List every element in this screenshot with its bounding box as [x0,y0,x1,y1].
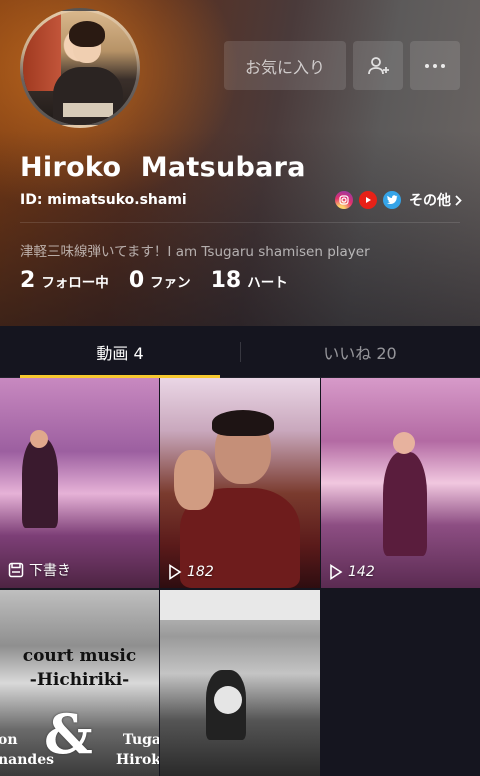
youtube-icon[interactable] [359,191,377,209]
draft-text: 下書き [29,563,71,579]
play-count-value: 182 [187,564,214,580]
empty-grid-cell [321,590,480,776]
stat-hearts[interactable]: 18 ハート [211,268,288,293]
twitter-icon[interactable] [383,191,401,209]
avatar-hair [69,21,105,47]
video-thumbnail[interactable]: 142 [321,378,480,588]
avatar-obi [63,103,113,117]
favorite-button[interactable]: お気に入り [224,41,346,90]
social-links: その他 [335,190,462,210]
stat-following[interactable]: 2 フォロー中 [20,268,109,293]
stat-label: フォロー中 [41,275,109,291]
tab-likes[interactable]: いいね 20 [240,326,480,377]
tab-divider [240,342,241,362]
stat-value: 2 [20,268,36,293]
caption-right: Tuga Hirok [116,730,159,770]
profile-header: お気に入り Hiroko Matsubara ID: mimatsuko.sha… [0,0,480,326]
stat-fans[interactable]: 0 ファン [129,268,191,293]
avatar-background [23,11,61,91]
more-icon [425,63,445,68]
play-icon [330,564,343,580]
add-user-icon [368,56,389,74]
profile-stats: 2 フォロー中 0 ファン 18 ハート [20,268,288,293]
profile-id: ID: mimatsuko.shami [20,192,187,208]
stat-label: ファン [150,275,191,291]
video-thumbnail[interactable]: 下書き [0,378,159,588]
other-link-label: その他 [409,193,451,209]
hand [174,450,214,510]
video-thumbnail[interactable] [160,590,320,776]
play-count-value: 142 [348,564,375,580]
performer-face [393,432,415,454]
video-thumbnail[interactable]: 182 [160,378,320,588]
divider [20,222,460,223]
title-line: -Hichiriki- [29,670,130,690]
avatar[interactable] [20,8,140,128]
avatar-kimono [53,67,123,125]
video-title-text: court music -Hichiriki- [0,644,159,692]
caption-line: Tuga [122,732,159,748]
stat-value: 0 [128,268,145,293]
other-links[interactable]: その他 [409,190,462,210]
performer-figure [383,452,427,556]
caption-line: nandes [0,752,55,768]
play-count: 182 [168,564,214,580]
profile-bio: 津軽三味線弾いてます！I am Tsugaru shamisen player [20,244,370,260]
draft-icon [8,562,24,578]
stat-label: ハート [247,275,288,291]
play-icon [169,564,182,580]
drum [214,686,242,714]
caption-left: on nandes [0,730,54,770]
tent-canopy [160,590,320,620]
video-grid: 下書き 182 142 court music -Hichiriki- & on… [0,378,480,776]
stat-value: 18 [210,268,242,293]
title-line: court music [22,646,137,666]
more-button[interactable] [410,41,460,90]
performer-figure [22,438,58,528]
tab-videos[interactable]: 動画 4 [0,326,240,378]
play-count: 142 [329,564,375,580]
chevron-right-icon [455,194,462,206]
person-hair [212,410,274,436]
draft-label: 下書き [8,560,71,580]
video-thumbnail[interactable]: court music -Hichiriki- & on nandes Tuga… [0,590,159,776]
profile-name: Hiroko Matsubara [20,152,306,183]
performer-face [30,430,48,448]
caption-line: Hirok [116,752,159,768]
add-user-button[interactable] [353,41,403,90]
caption-line: on [0,732,18,748]
instagram-icon[interactable] [335,191,353,209]
